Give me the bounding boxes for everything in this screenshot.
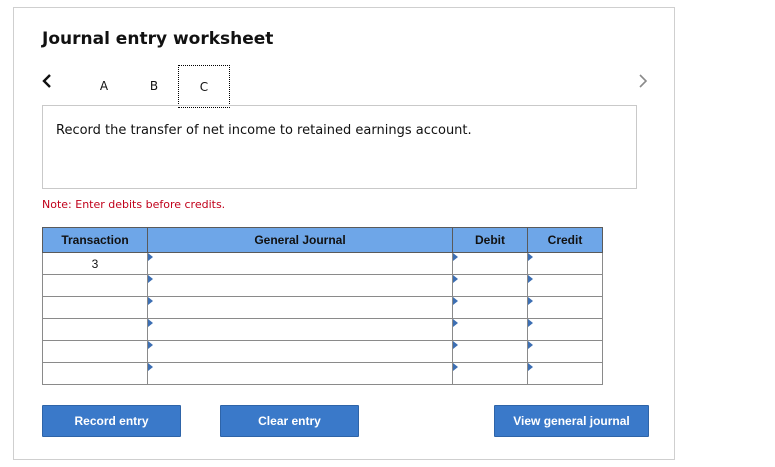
credit-input[interactable] — [527, 340, 603, 363]
credit-input[interactable] — [527, 296, 603, 319]
tab-c[interactable]: C — [178, 65, 230, 108]
header-general-journal: General Journal — [147, 227, 453, 253]
account-input[interactable] — [147, 340, 453, 363]
debit-input[interactable] — [452, 252, 528, 275]
debit-input[interactable] — [452, 340, 528, 363]
clear-entry-button[interactable]: Clear entry — [220, 405, 359, 437]
record-entry-button[interactable]: Record entry — [42, 405, 181, 437]
view-general-journal-button[interactable]: View general journal — [494, 405, 649, 437]
table-row — [42, 274, 603, 297]
chevron-right-icon — [639, 74, 648, 88]
tab-b[interactable]: B — [134, 68, 174, 104]
debit-input[interactable] — [452, 318, 528, 341]
debit-input[interactable] — [452, 362, 528, 385]
instruction-box: Record the transfer of net income to ret… — [42, 105, 637, 189]
account-input[interactable] — [147, 274, 453, 297]
next-tab-button[interactable] — [634, 70, 652, 92]
chevron-left-icon — [42, 74, 51, 88]
credit-input[interactable] — [527, 318, 603, 341]
transaction-cell: 3 — [42, 252, 148, 275]
debit-input[interactable] — [452, 274, 528, 297]
header-transaction: Transaction — [42, 227, 148, 253]
page-title: Journal entry worksheet — [42, 29, 274, 49]
journal-table: Transaction General Journal Debit Credit… — [42, 227, 603, 385]
prev-tab-button[interactable] — [38, 70, 56, 92]
transaction-cell — [42, 362, 148, 385]
credit-input[interactable] — [527, 362, 603, 385]
header-debit: Debit — [452, 227, 528, 253]
credit-input[interactable] — [527, 274, 603, 297]
account-input[interactable] — [147, 252, 453, 275]
instruction-text: Record the transfer of net income to ret… — [56, 123, 472, 138]
table-row — [42, 318, 603, 341]
transaction-cell — [42, 296, 148, 319]
tab-a[interactable]: A — [84, 68, 124, 104]
table-header-row: Transaction General Journal Debit Credit — [42, 227, 603, 253]
debit-input[interactable] — [452, 296, 528, 319]
credit-input[interactable] — [527, 252, 603, 275]
table-row — [42, 362, 603, 385]
transaction-cell — [42, 340, 148, 363]
account-input[interactable] — [147, 362, 453, 385]
worksheet-panel: Journal entry worksheet A B C Record the… — [13, 7, 675, 460]
transaction-cell — [42, 318, 148, 341]
transaction-cell — [42, 274, 148, 297]
account-input[interactable] — [147, 318, 453, 341]
table-row — [42, 296, 603, 319]
note-text: Note: Enter debits before credits. — [42, 198, 226, 211]
header-credit: Credit — [527, 227, 603, 253]
table-row — [42, 340, 603, 363]
table-row: 3 — [42, 252, 603, 275]
account-input[interactable] — [147, 296, 453, 319]
